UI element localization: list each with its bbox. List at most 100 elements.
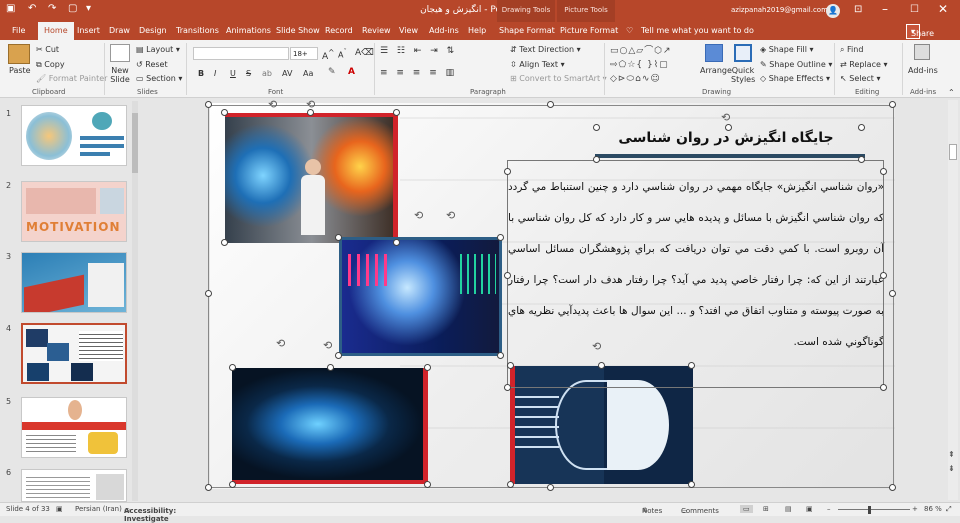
rotate-handle-icon[interactable]: ⟲	[306, 98, 315, 111]
tab-draw[interactable]: Draw	[109, 26, 130, 35]
align-text-button[interactable]: ⇳ Align Text ▾	[510, 60, 565, 69]
slide-thumbnail-1[interactable]	[21, 105, 127, 166]
next-slide-icon[interactable]: ⇟	[948, 464, 955, 473]
slideshow-icon[interactable]: ▣	[806, 505, 813, 513]
slide-thumbnail-5[interactable]	[21, 397, 127, 458]
resize-handle[interactable]	[335, 352, 342, 359]
tab-insert[interactable]: Insert	[77, 26, 100, 35]
rotate-handle-icon[interactable]: ⟲	[268, 98, 277, 111]
tab-design[interactable]: Design	[139, 26, 167, 35]
resize-handle[interactable]	[393, 239, 400, 246]
font-size-input[interactable]: 18+	[290, 47, 318, 60]
resize-handle[interactable]	[547, 484, 554, 491]
resize-handle[interactable]	[880, 384, 887, 391]
fit-to-window-icon[interactable]: ⤢	[946, 505, 952, 514]
slide-sorter-icon[interactable]: ⊞	[763, 505, 769, 513]
zoom-level[interactable]: 86 %	[924, 505, 942, 513]
shape-effects-button[interactable]: ◇ Shape Effects ▾	[760, 74, 830, 83]
font-name-input[interactable]	[193, 47, 289, 60]
thumbnail-scrollbar[interactable]	[132, 101, 138, 501]
tab-shape-format[interactable]: Shape Format	[499, 26, 555, 35]
shapes-gallery[interactable]: ▭○△▱⌒⬡↗ ⇨⬠☆{ }⌇▢ ◇⊳⬭⌂∿☺	[610, 44, 696, 86]
tab-view[interactable]: View	[399, 26, 418, 35]
resize-handle[interactable]	[205, 484, 212, 491]
resize-handle[interactable]	[547, 101, 554, 108]
shrink-font-icon[interactable]: Aˇ	[338, 48, 347, 60]
char-spacing-button[interactable]: AV	[282, 69, 292, 78]
resize-handle[interactable]	[593, 124, 600, 131]
new-slide-icon[interactable]	[110, 44, 130, 62]
align-icon[interactable]: ≡ ≡ ≡ ≡ ▥	[380, 68, 457, 78]
resize-handle[interactable]	[598, 362, 605, 369]
zoom-out-icon[interactable]: –	[827, 505, 831, 513]
reading-view-icon[interactable]: ▤	[785, 505, 792, 513]
bold-button[interactable]: B	[198, 69, 204, 78]
resize-handle[interactable]	[507, 362, 514, 369]
ribbon-display-icon[interactable]: ⊡	[854, 4, 862, 15]
resize-handle[interactable]	[889, 101, 896, 108]
reset-button[interactable]: ↺ Reset	[136, 60, 168, 69]
resize-handle[interactable]	[497, 352, 504, 359]
tab-transitions[interactable]: Transitions	[176, 26, 219, 35]
tab-slide-show[interactable]: Slide Show	[276, 26, 320, 35]
resize-handle[interactable]	[880, 272, 887, 279]
smartart-button[interactable]: ⊞ Convert to SmartArt ▾	[510, 74, 607, 83]
rotate-handle-icon[interactable]: ⟲	[323, 339, 332, 352]
select-button[interactable]: ↖ Select ▾	[840, 74, 881, 83]
resize-handle[interactable]	[504, 384, 511, 391]
tab-animations[interactable]: Animations	[226, 26, 271, 35]
tell-me-input[interactable]: Tell me what you want to do	[641, 26, 754, 35]
minimize-icon[interactable]: –	[882, 2, 888, 16]
zoom-slider-thumb[interactable]	[868, 506, 871, 514]
paste-button[interactable]: Paste	[9, 66, 31, 75]
rotate-handle-icon[interactable]: ⟲	[721, 111, 730, 124]
resize-handle[interactable]	[889, 290, 896, 297]
zoom-in-icon[interactable]: +	[912, 505, 918, 513]
resize-handle[interactable]	[507, 481, 514, 488]
change-case-button[interactable]: Aa	[303, 69, 313, 78]
scrollbar-thumb[interactable]	[949, 144, 957, 160]
bullets-icon[interactable]: ☰ ☷ ⇤ ⇥ ⇅	[380, 46, 457, 56]
resize-handle[interactable]	[221, 109, 228, 116]
rotate-handle-icon[interactable]: ⟲	[592, 340, 601, 353]
language-indicator[interactable]: Persian (Iran)	[75, 505, 122, 513]
previous-slide-icon[interactable]: ⇞	[948, 450, 955, 459]
spellcheck-icon[interactable]: ▣	[56, 505, 63, 513]
maximize-icon[interactable]: ☐	[910, 4, 919, 15]
resize-handle[interactable]	[335, 234, 342, 241]
resize-handle[interactable]	[725, 124, 732, 131]
resize-handle[interactable]	[497, 234, 504, 241]
resize-handle[interactable]	[504, 168, 511, 175]
share-button[interactable]: Share ▾	[906, 24, 934, 39]
quick-styles-button[interactable]: Quick Styles	[731, 66, 755, 84]
resize-handle[interactable]	[688, 362, 695, 369]
resize-handle[interactable]	[858, 156, 865, 163]
strikethrough-button[interactable]: S	[246, 69, 251, 78]
find-button[interactable]: ⌕ Find	[840, 45, 863, 55]
replace-button[interactable]: ⇄ Replace ▾	[840, 60, 887, 69]
zoom-slider[interactable]	[838, 509, 910, 510]
scrollbar-thumb[interactable]	[132, 113, 138, 173]
slide-thumbnail-2[interactable]: MOTIVATION	[21, 181, 127, 242]
tab-help[interactable]: Help	[468, 26, 486, 35]
tab-file[interactable]: File	[12, 26, 25, 35]
resize-handle[interactable]	[221, 239, 228, 246]
highlight-icon[interactable]: ✎	[328, 67, 336, 77]
rotate-handle-icon[interactable]: ⟲	[414, 209, 423, 222]
new-slide-button[interactable]: New Slide	[108, 66, 132, 84]
tab-addins[interactable]: Add-ins	[429, 26, 459, 35]
cut-button[interactable]: ✂ Cut	[36, 45, 59, 54]
slide-thumbnail-4[interactable]	[21, 323, 127, 384]
addins-icon[interactable]	[914, 44, 930, 60]
tab-record[interactable]: Record	[325, 26, 353, 35]
tab-review[interactable]: Review	[362, 26, 391, 35]
resize-handle[interactable]	[424, 364, 431, 371]
resize-handle[interactable]	[858, 124, 865, 131]
text-direction-button[interactable]: ⇵ Text Direction ▾	[510, 45, 581, 54]
resize-handle[interactable]	[880, 168, 887, 175]
resize-handle[interactable]	[593, 156, 600, 163]
rotate-handle-icon[interactable]: ⟲	[276, 337, 285, 350]
shape-outline-button[interactable]: ✎ Shape Outline ▾	[760, 60, 832, 69]
resize-handle[interactable]	[229, 481, 236, 488]
italic-button[interactable]: I	[214, 69, 216, 78]
